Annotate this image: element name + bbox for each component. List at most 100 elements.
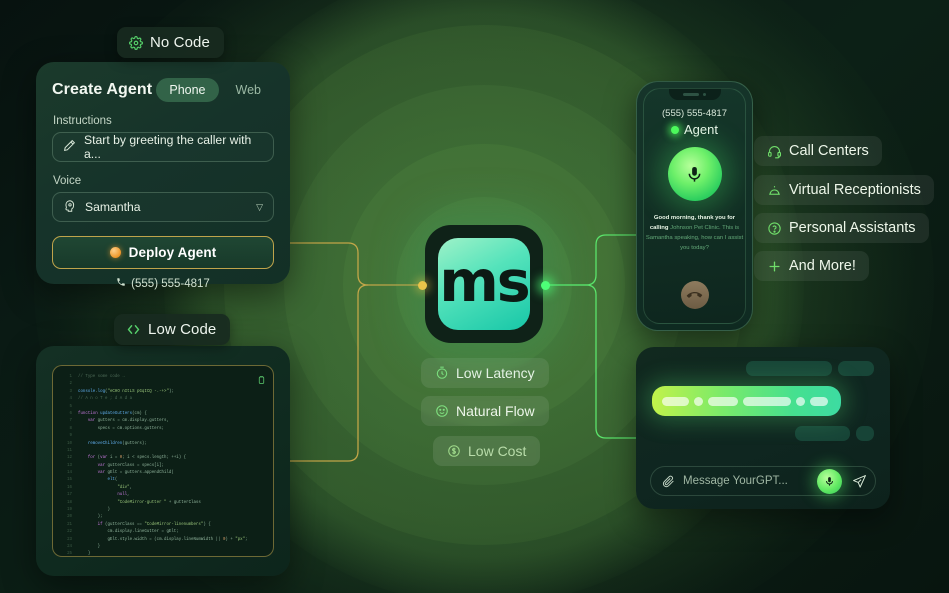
- code-line: 7 var gutters = cm.display.gutters,: [57, 418, 267, 425]
- code-line-number: 10: [67, 441, 72, 446]
- clipboard-copy-icon[interactable]: [257, 372, 266, 390]
- code-line: 1 // Type some code →: [57, 374, 267, 381]
- instructions-label: Instructions: [53, 115, 112, 127]
- code-line-number: 22: [67, 530, 72, 535]
- code-line-text: // A n o T e ; d A d a: [78, 397, 133, 402]
- chat-input-row[interactable]: Message YourGPT...: [650, 466, 876, 496]
- code-line: 25 }: [57, 551, 267, 557]
- code-card: 1// Type some code → 2 3 console.log("eCHO …: [36, 346, 290, 576]
- code-line-number: 11: [67, 448, 72, 453]
- code-line-number: 24: [67, 544, 72, 549]
- chat-skeleton-row-top: [652, 361, 874, 376]
- feature-pill-natural-flow[interactable]: Natural Flow: [421, 396, 549, 426]
- code-line-text: if (gutterClass == "CodeMirror-linenumbe…: [97, 522, 211, 527]
- notch-camera: [702, 92, 707, 97]
- use-case-and-more-label: And More!: [789, 258, 856, 274]
- code-line-text: "div",: [117, 485, 133, 490]
- code-line-text: function updateGutters(cm) {: [78, 411, 147, 416]
- use-case-call-centers-label: Call Centers: [789, 143, 869, 159]
- call-mic-orb[interactable]: [667, 147, 722, 201]
- gear-icon: [129, 35, 143, 50]
- code-line-number: 3: [69, 389, 72, 394]
- code-line-text: }: [78, 544, 101, 549]
- bell-icon: [767, 183, 782, 198]
- use-case-and-more[interactable]: And More!: [754, 251, 869, 281]
- tag-low-code[interactable]: Low Code: [114, 314, 231, 345]
- end-call-button[interactable]: [680, 281, 709, 309]
- code-line-number: 16: [67, 485, 72, 490]
- phone-icon: [116, 277, 126, 290]
- code-line-text: for (var i = 0; i < specs.length; ++i) {: [87, 456, 187, 461]
- code-line-number: 21: [67, 522, 72, 527]
- skeleton-bar: [795, 426, 850, 441]
- code-line: 18 "CodeMirror-gutter " + gutterClass: [57, 500, 267, 507]
- code-line: 23 gElt.style.width = (cm.display.lineNu…: [57, 537, 267, 544]
- feature-pill-natural-flow-label: Natural Flow: [456, 403, 535, 419]
- pencil-icon: [63, 139, 76, 155]
- connector-node-left: [418, 281, 427, 290]
- code-line-number: 20: [67, 515, 72, 520]
- use-case-call-centers[interactable]: Call Centers: [754, 136, 882, 166]
- feature-pill-low-cost-label: Low Cost: [468, 443, 527, 459]
- tag-no-code[interactable]: No Code: [117, 27, 224, 58]
- code-line: 24 }: [57, 544, 267, 551]
- voice-select[interactable]: Samantha ▽: [52, 192, 274, 222]
- use-case-virtual-receptionists[interactable]: Virtual Receptionists: [754, 175, 934, 205]
- code-editor[interactable]: 1// Type some code → 2 3 console.log("eCHO …: [52, 365, 274, 557]
- call-agent-status: Agent: [671, 122, 718, 137]
- tab-web[interactable]: Web: [223, 78, 274, 102]
- tag-low-code-label: Low Code: [148, 321, 217, 338]
- code-line-number: 2: [69, 382, 72, 387]
- feature-pill-low-latency-label: Low Latency: [456, 365, 535, 381]
- code-line: 5: [57, 404, 267, 411]
- code-line-text: elt(: [107, 478, 118, 483]
- smiley-icon: [435, 404, 449, 418]
- instructions-input[interactable]: Start by greeting the caller with a...: [52, 132, 274, 162]
- code-line: 16 "div",: [57, 485, 267, 492]
- code-brackets-icon: [126, 322, 141, 337]
- use-case-personal-assistants[interactable]: Personal Assistants: [754, 213, 929, 243]
- bubble-bar: [694, 396, 703, 406]
- microphone-icon: [826, 476, 833, 486]
- send-plane-icon[interactable]: [852, 474, 867, 489]
- bubble-bar: [708, 396, 738, 406]
- use-case-virtual-receptionists-label: Virtual Receptionists: [789, 182, 921, 198]
- code-line-text: var gElt = gutters.appendChild(: [97, 471, 174, 476]
- code-line-number: 4: [69, 397, 72, 402]
- code-line-text: var gutterClass = specs[i];: [97, 463, 164, 468]
- call-agent-label: Agent: [684, 122, 718, 137]
- chat-skeleton-row-bottom: [652, 426, 874, 441]
- code-line-text: }: [78, 552, 91, 557]
- paperclip-icon[interactable]: [662, 475, 675, 488]
- skeleton-bar: [838, 361, 874, 376]
- page-title: Create Agent: [52, 81, 153, 98]
- code-line-number: 18: [67, 500, 72, 505]
- code-line-number: 23: [67, 537, 72, 542]
- chat-user-bubble: [652, 386, 841, 416]
- tab-phone[interactable]: Phone: [156, 78, 219, 102]
- code-line: 4 // A n o T e ; d A d a: [57, 396, 267, 403]
- voice-head-icon: [63, 199, 77, 216]
- chat-input-placeholder: Message YourGPT...: [683, 475, 788, 487]
- chat-mic-button[interactable]: [817, 468, 842, 494]
- deploy-agent-label: Deploy Agent: [128, 245, 217, 260]
- end-call-icon: [686, 291, 703, 298]
- code-line: 13 var gutterClass = specs[i];: [57, 463, 267, 470]
- feature-pill-low-cost[interactable]: Low Cost: [433, 436, 541, 466]
- plus-icon: [767, 259, 782, 274]
- code-line-text: ): [78, 508, 110, 513]
- code-lines: 1// Type some code → 2 3 console.log("eCHO …: [57, 374, 267, 557]
- use-case-personal-assistants-label: Personal Assistants: [789, 220, 916, 236]
- code-line-number: 12: [67, 456, 72, 461]
- skeleton-bar: [856, 426, 874, 441]
- stopwatch-icon: [435, 366, 449, 380]
- code-line: 12 for (var i = 0; i < specs.length; ++i…: [57, 455, 267, 462]
- deploy-agent-button[interactable]: Deploy Agent: [52, 236, 274, 269]
- code-line-text: gElt.style.width = (cm.display.lineNumWi…: [78, 537, 248, 542]
- call-phone-number: (555) 555-4817: [662, 108, 727, 119]
- connector-node-right: [541, 281, 550, 290]
- channel-tabs: Phone Web: [156, 78, 274, 102]
- feature-pill-low-latency[interactable]: Low Latency: [421, 358, 549, 388]
- dollar-circle-icon: [447, 444, 461, 458]
- create-agent-header: Create Agent Phone Web: [52, 78, 274, 102]
